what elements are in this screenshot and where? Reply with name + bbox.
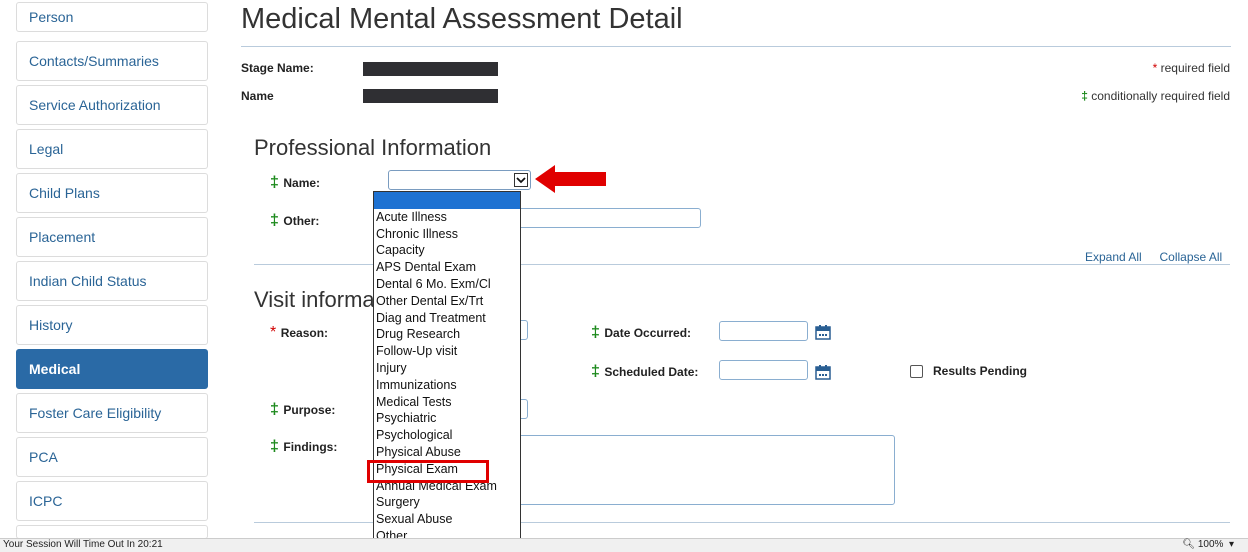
scheduled-date-label: ‡ Scheduled Date: (591, 363, 698, 381)
dropdown-option[interactable] (374, 192, 520, 209)
sidebar-item-more[interactable] (16, 525, 208, 539)
conditional-legend: ‡ conditionally required field (1081, 89, 1230, 103)
dropdown-option[interactable]: APS Dental Exam (374, 259, 520, 276)
required-star-icon: * (1152, 61, 1158, 75)
sidebar-item-icpc[interactable]: ICPC (16, 481, 208, 521)
sidebar-item-child-plans[interactable]: Child Plans (16, 173, 208, 213)
expand-all-link[interactable]: Expand All (1085, 250, 1142, 264)
sidebar-item-history[interactable]: History (16, 305, 208, 345)
sidebar-item-label: ICPC (29, 493, 63, 509)
dropdown-option[interactable]: Sexual Abuse (374, 511, 520, 528)
status-bar: Your Session Will Time Out In 20:21 🔍︎ 1… (0, 538, 1248, 552)
chevron-down-icon: ▾ (1226, 539, 1234, 550)
sidebar-item-pca[interactable]: PCA (16, 437, 208, 477)
annotation-arrow-icon (535, 165, 606, 193)
conditional-legend-text: conditionally required field (1091, 89, 1230, 103)
scheduled-date-label-text: Scheduled Date: (604, 365, 699, 379)
dropdown-option[interactable]: Other Dental Ex/Trt (374, 293, 520, 310)
double-dagger-icon: ‡ (1081, 89, 1088, 103)
dropdown-option[interactable]: Follow-Up visit (374, 343, 520, 360)
dropdown-option[interactable]: Medical Tests (374, 394, 520, 411)
dropdown-option[interactable]: Immunizations (374, 377, 520, 394)
sidebar-item-label: PCA (29, 449, 58, 465)
dropdown-option[interactable]: Surgery (374, 494, 520, 511)
sidebar-item-label: Indian Child Status (29, 273, 147, 289)
professional-name-dropdown-list[interactable]: Acute Illness Chronic Illness Capacity APS … (373, 191, 521, 548)
dropdown-option[interactable]: Physical Abuse (374, 444, 520, 461)
sidebar-item-label: Contacts/Summaries (29, 53, 159, 69)
sidebar-item-label: Person (29, 9, 74, 25)
dropdown-option[interactable]: Injury (374, 360, 520, 377)
double-dagger-icon: ‡ (270, 401, 279, 418)
date-occurred-label-text: Date Occurred: (604, 326, 692, 340)
dropdown-option[interactable]: Acute Illness (374, 209, 520, 226)
sidebar-item-label: Legal (29, 141, 64, 157)
dropdown-option[interactable]: Capacity (374, 242, 520, 259)
sidebar-item-service-authorization[interactable]: Service Authorization (16, 85, 208, 125)
professional-name-label-text: Name: (283, 176, 321, 190)
annotation-highlight-box (367, 460, 489, 483)
sidebar-item-label: History (29, 317, 73, 333)
stage-name-label: Stage Name: (241, 61, 314, 75)
professional-name-label: ‡ Name: (270, 174, 320, 192)
sidebar-item-medical[interactable]: Medical (16, 349, 208, 389)
results-pending-label: Results Pending (933, 364, 1028, 378)
zoom-control[interactable]: 🔍︎ 100% ▾ (1182, 539, 1234, 550)
sidebar-item-label: Child Plans (29, 185, 100, 201)
dropdown-option[interactable]: Diag and Treatment (374, 310, 520, 327)
zoom-level: 100% (1197, 539, 1224, 550)
page-title: Medical Mental Assessment Detail (241, 3, 683, 35)
redacted-stage-name (363, 62, 498, 76)
dropdown-option[interactable]: Drug Research (374, 326, 520, 343)
dropdown-option[interactable]: Chronic Illness (374, 226, 520, 243)
sidebar-item-contacts-summaries[interactable]: Contacts/Summaries (16, 41, 208, 81)
double-dagger-icon: ‡ (591, 363, 600, 380)
professional-name-select[interactable] (388, 170, 531, 190)
double-dagger-icon: ‡ (270, 174, 279, 191)
findings-label: ‡ Findings: (270, 438, 337, 456)
reason-label: * Reason: (270, 324, 328, 342)
date-occurred-input[interactable] (719, 321, 808, 341)
zoom-icon: 🔍︎ (1182, 539, 1196, 550)
results-pending-checkbox[interactable] (910, 364, 923, 378)
scheduled-date-input[interactable] (719, 360, 808, 380)
professional-information-heading: Professional Information (254, 135, 492, 160)
double-dagger-icon: ‡ (591, 324, 600, 341)
sidebar-item-placement[interactable]: Placement (16, 217, 208, 257)
purpose-label-text: Purpose: (283, 403, 336, 417)
divider (241, 46, 1231, 47)
professional-other-label: ‡ Other: (270, 212, 319, 230)
findings-label-text: Findings: (283, 440, 338, 454)
dropdown-option[interactable]: Psychological (374, 427, 520, 444)
calendar-icon[interactable] (815, 324, 831, 340)
findings-textarea[interactable] (505, 435, 895, 505)
sidebar-item-label: Foster Care Eligibility (29, 405, 162, 421)
sidebar-item-label: Placement (29, 229, 96, 245)
session-timeout-text: Your Session Will Time Out In 20:21 (3, 539, 163, 550)
double-dagger-icon: ‡ (270, 438, 279, 455)
reason-label-text: Reason: (280, 326, 329, 340)
sidebar-item-legal[interactable]: Legal (16, 129, 208, 169)
calendar-icon[interactable] (815, 364, 831, 380)
purpose-label: ‡ Purpose: (270, 401, 335, 419)
name-label: Name (241, 89, 274, 103)
dropdown-option[interactable]: Psychiatric (374, 410, 520, 427)
dropdown-option[interactable]: Dental 6 Mo. Exm/Cl (374, 276, 520, 293)
sidebar-item-person[interactable]: Person (16, 2, 208, 32)
dropdown-options: Acute Illness Chronic Illness Capacity APS … (374, 192, 520, 545)
sidebar-item-label: Medical (29, 361, 81, 377)
sidebar-item-foster-care-eligibility[interactable]: Foster Care Eligibility (16, 393, 208, 433)
required-legend: * required field (1153, 61, 1230, 75)
sidebar-item-label: Service Authorization (29, 97, 161, 113)
professional-other-label-text: Other: (283, 214, 320, 228)
redacted-name (363, 89, 498, 103)
sidebar-item-indian-child-status[interactable]: Indian Child Status (16, 261, 208, 301)
double-dagger-icon: ‡ (270, 212, 279, 229)
results-pending: Results Pending (910, 364, 1027, 378)
required-star-icon: * (270, 324, 277, 341)
date-occurred-label: ‡ Date Occurred: (591, 324, 691, 342)
chevron-down-icon[interactable] (514, 173, 528, 187)
collapse-all-link[interactable]: Collapse All (1160, 250, 1223, 264)
required-legend-text: required field (1160, 61, 1230, 75)
